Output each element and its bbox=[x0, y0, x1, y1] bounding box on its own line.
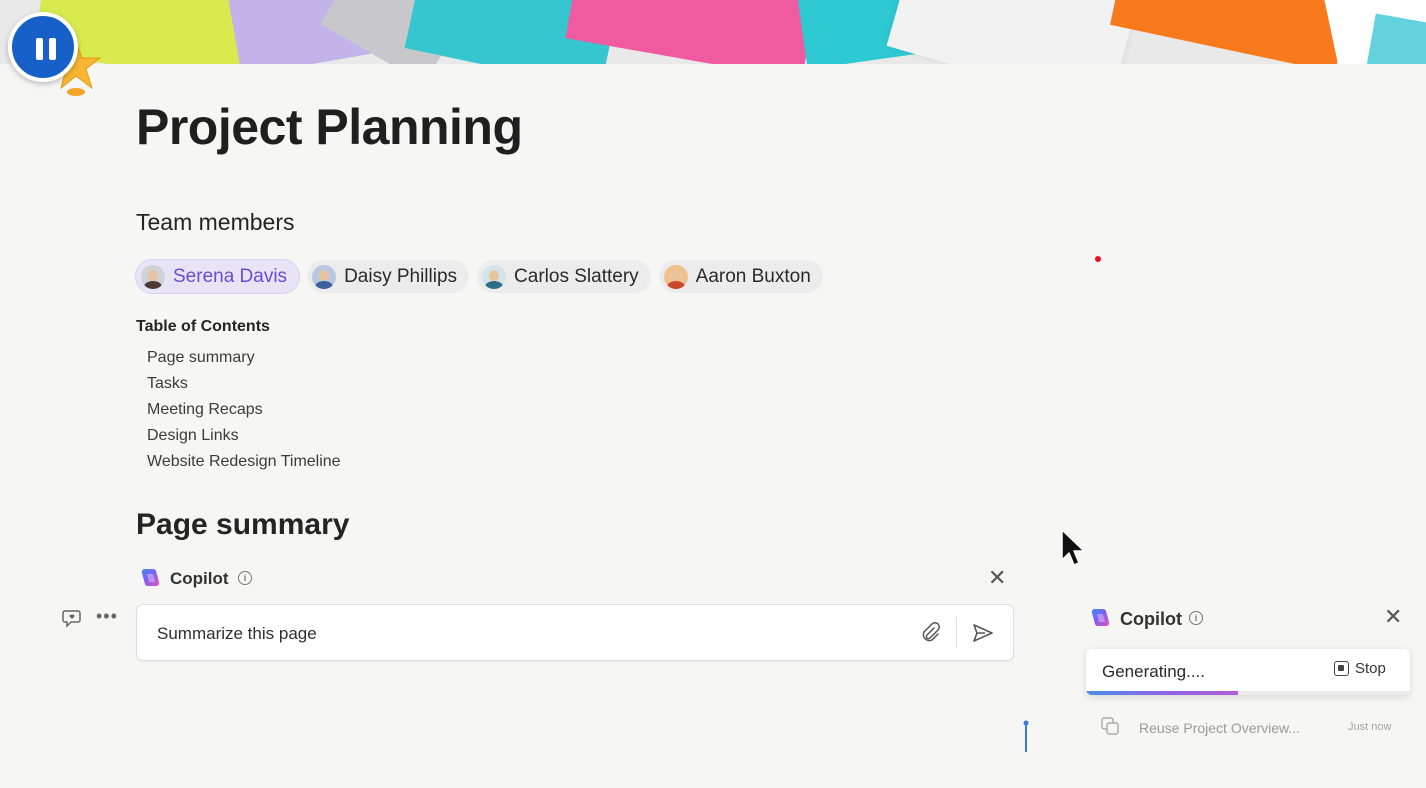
banner-paper-shape bbox=[886, 0, 1144, 64]
mouse-pointer-icon bbox=[1061, 529, 1085, 566]
recording-indicator-dot bbox=[1095, 256, 1101, 262]
copilot-prompt-input[interactable]: Summarize this page bbox=[136, 604, 1014, 661]
copilot-logo-icon bbox=[1091, 608, 1110, 627]
team-members-list: Serena Davis Daisy Phillips Carlos Slatt… bbox=[134, 259, 823, 294]
stop-icon bbox=[1334, 661, 1349, 676]
recent-activity-item[interactable]: Reuse Project Overview... Just now bbox=[1098, 714, 1408, 738]
toc-link-tasks[interactable]: Tasks bbox=[147, 371, 341, 397]
member-chip[interactable]: Serena Davis bbox=[134, 259, 301, 294]
generating-card: Generating.... Stop bbox=[1086, 649, 1410, 695]
attach-icon[interactable] bbox=[919, 622, 941, 644]
info-icon[interactable]: i bbox=[238, 571, 252, 585]
avatar bbox=[482, 264, 507, 289]
pause-button[interactable] bbox=[8, 12, 78, 82]
copy-icon bbox=[1101, 717, 1119, 735]
avatar bbox=[663, 264, 688, 289]
table-of-contents: Table of Contents Page summary Tasks Mee… bbox=[136, 318, 341, 475]
toc-heading: Table of Contents bbox=[136, 318, 270, 335]
stop-label: Stop bbox=[1355, 660, 1386, 677]
toc-link-design-links[interactable]: Design Links bbox=[147, 423, 341, 449]
inline-copilot-header: Copilot i ✕ bbox=[136, 565, 1014, 595]
recent-activity-time: Just now bbox=[1348, 721, 1392, 733]
banner-paper-shape bbox=[1365, 13, 1426, 64]
send-icon[interactable] bbox=[971, 622, 995, 644]
copilot-side-panel: Copilot i ✕ Generating.... Stop Reuse Pr… bbox=[1086, 600, 1416, 750]
avatar bbox=[141, 264, 165, 289]
prompt-text: Summarize this page bbox=[157, 624, 317, 643]
banner-paper-shape bbox=[1110, 0, 1360, 64]
generating-status: Generating.... bbox=[1102, 662, 1206, 681]
progress-bar bbox=[1086, 691, 1410, 695]
member-chip[interactable]: Aaron Buxton bbox=[658, 260, 823, 293]
copilot-title: Copilot bbox=[1120, 609, 1182, 629]
member-name: Aaron Buxton bbox=[695, 265, 811, 287]
member-chip[interactable]: Carlos Slattery bbox=[477, 260, 651, 293]
member-name: Daisy Phillips bbox=[344, 265, 458, 287]
pause-icon-bar bbox=[49, 38, 56, 60]
copilot-logo-icon bbox=[141, 568, 160, 587]
toc-link-meeting-recaps[interactable]: Meeting Recaps bbox=[147, 397, 341, 423]
member-name: Carlos Slattery bbox=[514, 265, 639, 287]
progress-fill bbox=[1086, 691, 1239, 695]
page-title: Project Planning bbox=[136, 99, 523, 155]
member-chip[interactable]: Daisy Phillips bbox=[307, 260, 470, 293]
text-cursor-icon bbox=[1023, 720, 1029, 752]
pause-icon bbox=[36, 38, 43, 60]
close-icon[interactable]: ✕ bbox=[988, 567, 1006, 589]
toc-link-website-redesign-timeline[interactable]: Website Redesign Timeline bbox=[147, 449, 341, 475]
team-members-heading: Team members bbox=[136, 209, 295, 235]
info-icon[interactable]: i bbox=[1189, 611, 1203, 625]
avatar bbox=[312, 264, 337, 289]
toc-link-page-summary[interactable]: Page summary bbox=[147, 345, 341, 371]
copilot-title: Copilot bbox=[170, 569, 229, 588]
recent-activity-label: Reuse Project Overview... bbox=[1139, 720, 1301, 736]
comment-icon[interactable] bbox=[62, 607, 84, 629]
member-name: Serena Davis bbox=[173, 265, 288, 287]
close-icon[interactable]: ✕ bbox=[1384, 606, 1402, 628]
page-summary-heading: Page summary bbox=[136, 508, 350, 541]
stop-button[interactable]: Stop bbox=[1334, 660, 1386, 677]
more-options-icon[interactable]: ••• bbox=[96, 606, 118, 627]
divider bbox=[956, 617, 957, 648]
header-banner bbox=[0, 0, 1426, 64]
